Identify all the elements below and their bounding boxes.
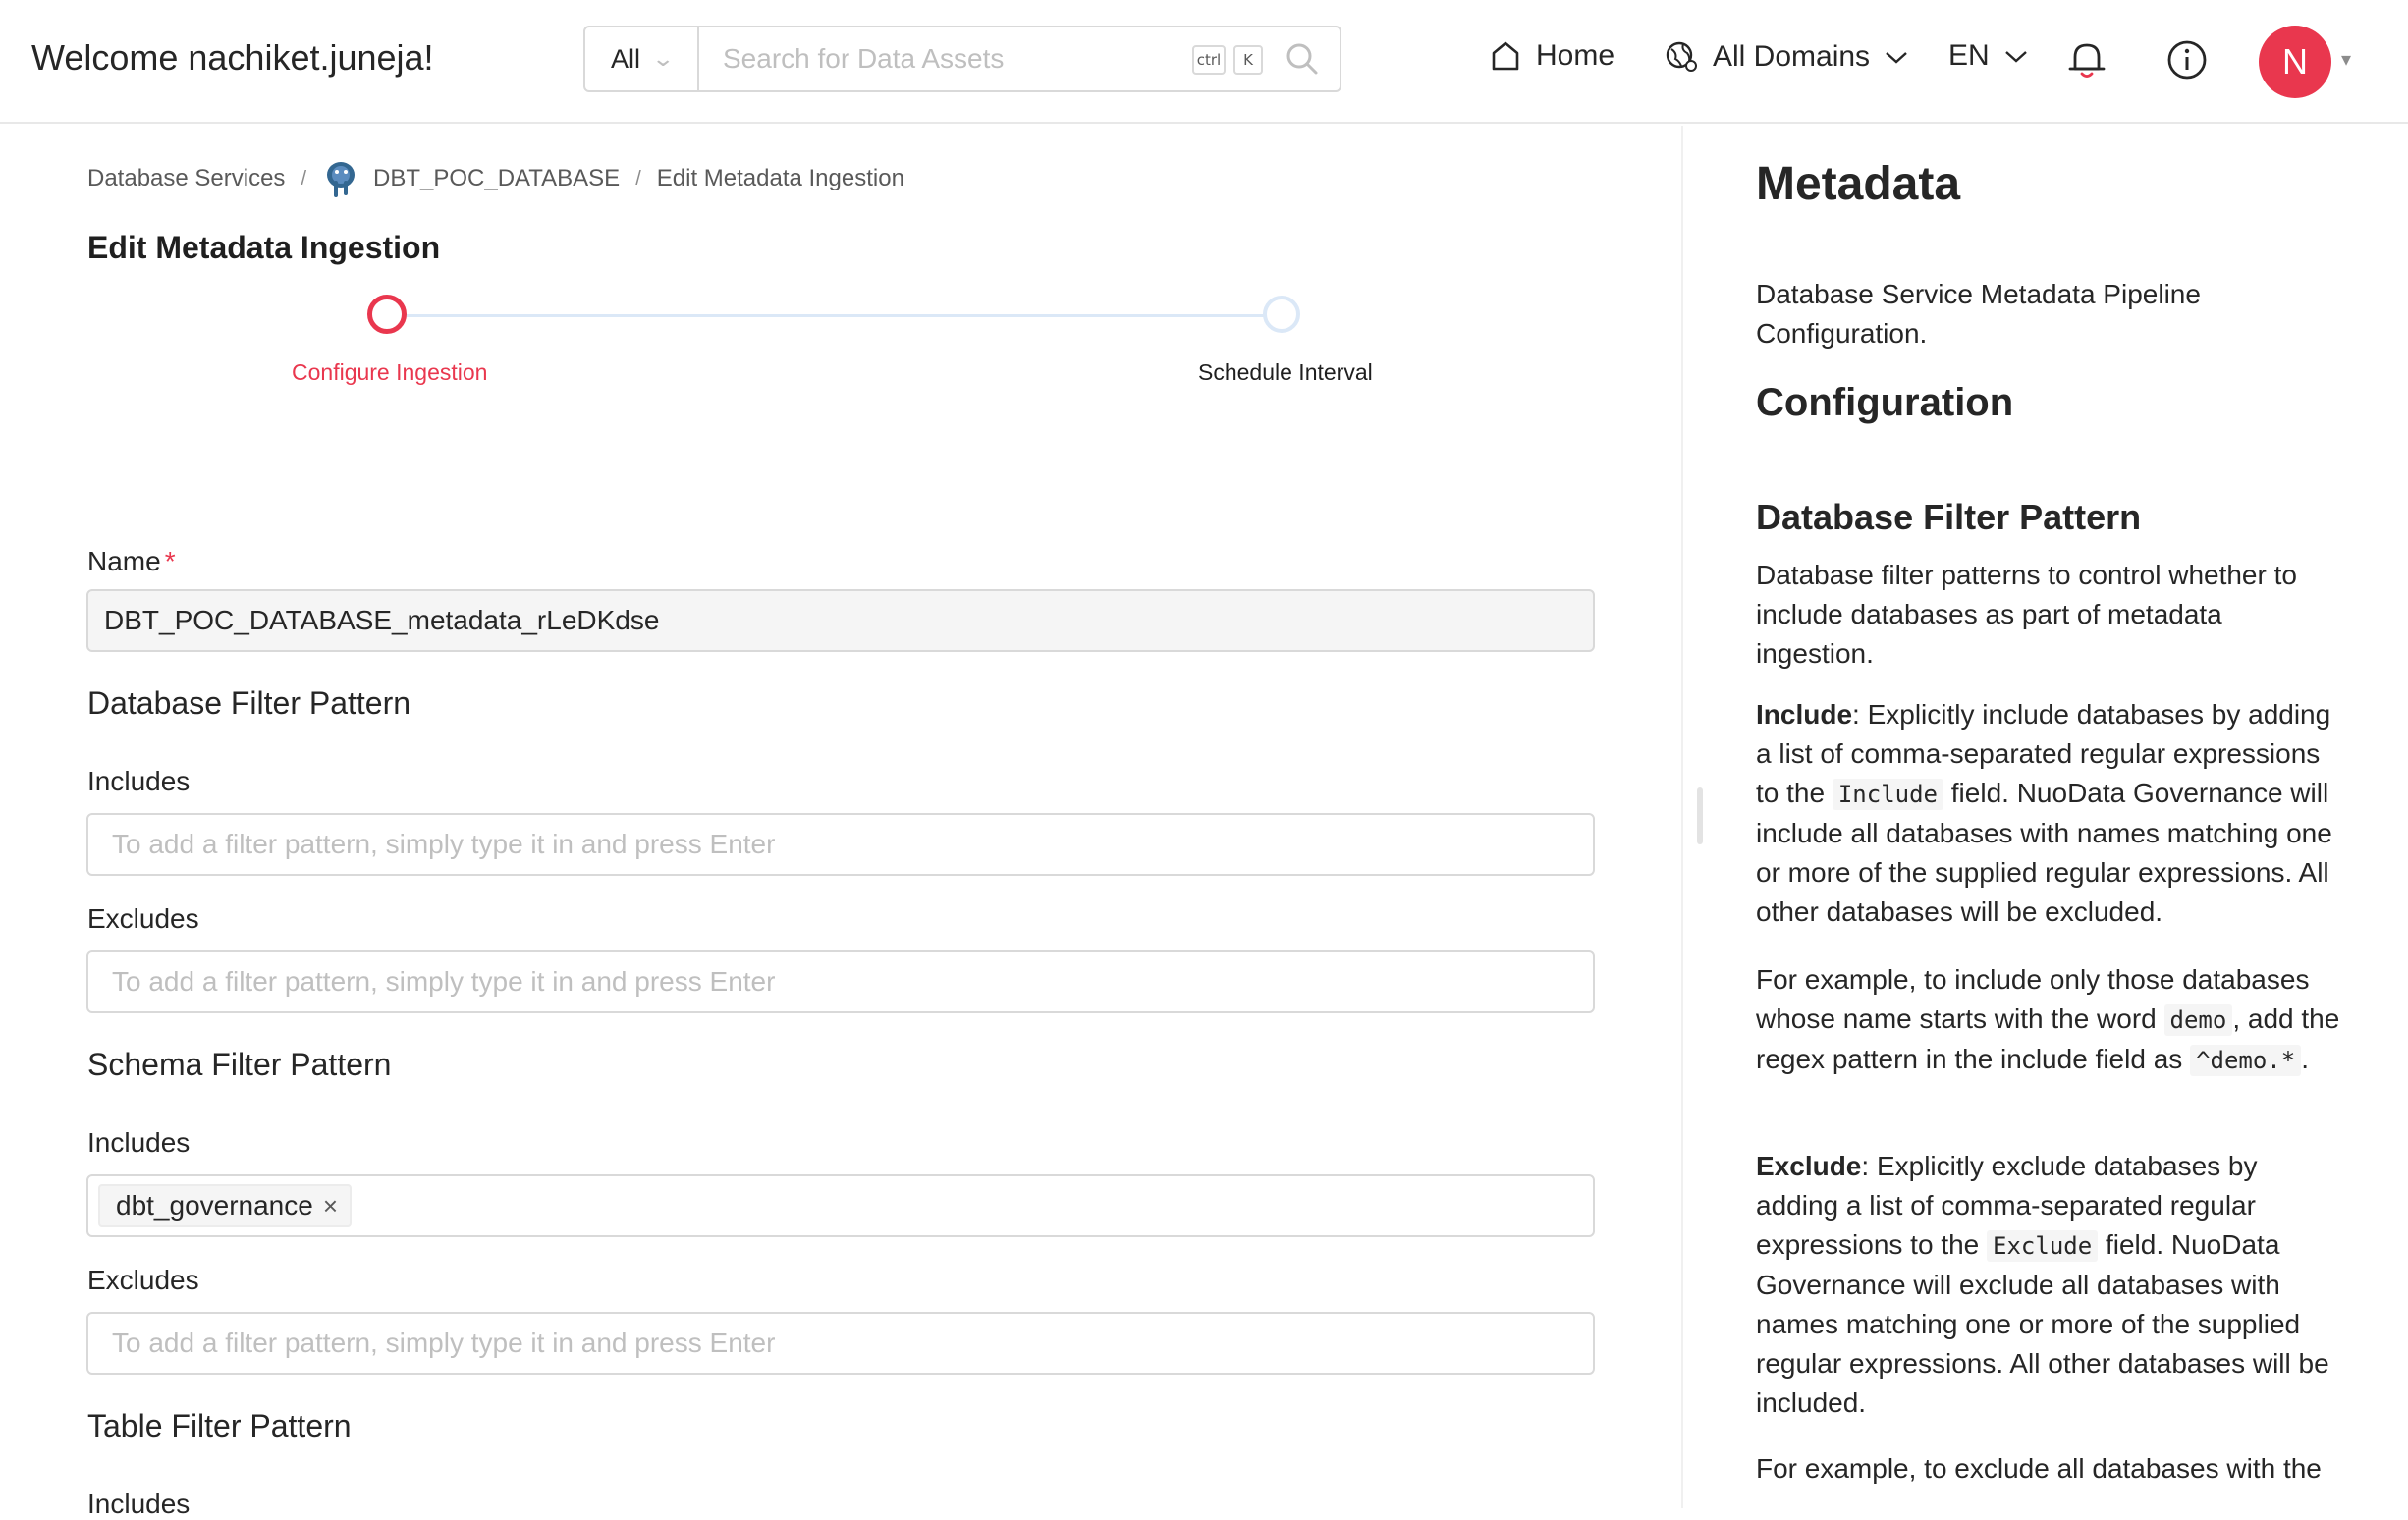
step-schedule-interval-label: Schedule Interval — [1198, 359, 1373, 385]
doc-example1-paragraph: For example, to include only those datab… — [1756, 960, 2345, 1080]
language-dropdown[interactable]: EN — [1948, 39, 2029, 73]
nav-home[interactable]: Home — [1489, 39, 1614, 73]
shortcut-k-key: K — [1233, 45, 1263, 75]
schema-include-tag-label: dbt_governance — [116, 1190, 313, 1221]
nav-domains-dropdown[interactable]: All Domains — [1664, 39, 1909, 75]
database-includes-label: Includes — [87, 766, 191, 796]
chevron-down-icon — [2004, 51, 2027, 63]
breadcrumb-separator: / — [635, 167, 641, 190]
database-excludes-placeholder: To add a filter pattern, simply type it … — [112, 966, 776, 997]
global-search: All ⌄ ctrl K — [583, 26, 1341, 92]
main-content: Database Services / DBT_POC_DATABASE / E… — [0, 126, 1681, 1519]
breadcrumb-current: Edit Metadata Ingestion — [656, 165, 904, 191]
step-schedule-interval-dot — [1263, 296, 1300, 333]
doc-example2-paragraph: For example, to exclude all databases wi… — [1756, 1453, 2322, 1484]
welcome-text: Welcome nachiket.juneja! — [31, 37, 434, 78]
database-includes-input[interactable]: To add a filter pattern, simply type it … — [86, 813, 1595, 876]
search-scope-label: All — [611, 43, 641, 74]
nav-domains-label: All Domains — [1713, 40, 1871, 73]
step-configure-ingestion-label: Configure Ingestion — [292, 359, 488, 385]
stepper-track — [405, 314, 1265, 317]
schema-excludes-label: Excludes — [87, 1265, 199, 1295]
step-configure-ingestion-dot — [367, 295, 407, 334]
name-label-text: Name — [87, 546, 161, 576]
bell-icon[interactable] — [2064, 37, 2109, 82]
globe-icon — [1666, 41, 1697, 72]
breadcrumb: Database Services / DBT_POC_DATABASE / E… — [87, 159, 904, 198]
postgres-icon — [327, 162, 355, 197]
shortcut-ctrl-key: ctrl — [1192, 45, 1226, 75]
doc-exclude-paragraph: Exclude: Explicitly exclude databases by… — [1756, 1147, 2345, 1423]
panel-resize-handle[interactable] — [1697, 787, 1703, 844]
database-excludes-input[interactable]: To add a filter pattern, simply type it … — [86, 950, 1595, 1013]
schema-excludes-placeholder: To add a filter pattern, simply type it … — [112, 1328, 776, 1358]
panel-divider — [1681, 126, 1683, 1508]
database-includes-placeholder: To add a filter pattern, simply type it … — [112, 829, 776, 859]
name-field[interactable]: DBT_POC_DATABASE_metadata_rLeDKdse — [86, 589, 1595, 652]
language-label: EN — [1948, 39, 1990, 72]
table-includes-label: Includes — [87, 1489, 191, 1519]
doc-example1-code1: demo — [2163, 1004, 2233, 1036]
breadcrumb-database-services[interactable]: Database Services — [87, 165, 285, 192]
required-marker: * — [164, 546, 176, 576]
name-value: DBT_POC_DATABASE_metadata_rLeDKdse — [104, 605, 660, 635]
schema-excludes-input[interactable]: To add a filter pattern, simply type it … — [86, 1312, 1595, 1375]
nav-home-label: Home — [1536, 39, 1615, 72]
chevron-down-icon — [1886, 52, 1907, 64]
breadcrumb-database[interactable]: DBT_POC_DATABASE — [373, 165, 620, 192]
user-avatar[interactable]: N — [2259, 26, 2331, 98]
doc-include-code: Include — [1832, 779, 1943, 810]
doc-example1-code2: ^demo.* — [2190, 1045, 2302, 1076]
doc-include-bold: Include — [1756, 699, 1853, 730]
doc-exclude-code: Exclude — [1987, 1230, 2099, 1262]
database-excludes-label: Excludes — [87, 903, 199, 934]
schema-filter-title: Schema Filter Pattern — [87, 1047, 392, 1082]
home-icon — [1492, 41, 1519, 71]
search-scope-dropdown[interactable]: All ⌄ — [585, 27, 699, 90]
avatar-caret-icon[interactable]: ▾ — [2341, 47, 2351, 72]
chevron-down-icon: ⌄ — [651, 46, 676, 71]
name-label: Name * — [87, 546, 176, 577]
doc-db-filter-desc: Database filter patterns to control whet… — [1756, 560, 2297, 669]
doc-configuration-heading: Configuration — [1756, 381, 2014, 424]
doc-exclude-bold: Exclude — [1756, 1151, 1862, 1181]
schema-includes-input[interactable]: dbt_governance × — [86, 1174, 1595, 1237]
top-navbar: Welcome nachiket.juneja! All ⌄ ctrl K Ho… — [0, 0, 2408, 124]
doc-intro: Database Service Metadata Pipeline Confi… — [1756, 279, 2201, 349]
database-filter-title: Database Filter Pattern — [87, 685, 411, 721]
close-icon[interactable]: × — [323, 1191, 338, 1221]
schema-include-tag: dbt_governance × — [98, 1184, 353, 1227]
doc-include-paragraph: Include: Explicitly include databases by… — [1756, 695, 2345, 932]
page-title: Edit Metadata Ingestion — [87, 230, 441, 265]
breadcrumb-separator: / — [301, 167, 306, 190]
info-icon[interactable] — [2164, 37, 2210, 82]
doc-db-filter-heading: Database Filter Pattern — [1756, 497, 2142, 537]
table-filter-title: Table Filter Pattern — [87, 1408, 352, 1443]
schema-includes-label: Includes — [87, 1127, 191, 1158]
doc-example1-text3: . — [2301, 1044, 2309, 1074]
search-icon[interactable] — [1285, 41, 1320, 77]
doc-title: Metadata — [1756, 158, 1961, 210]
